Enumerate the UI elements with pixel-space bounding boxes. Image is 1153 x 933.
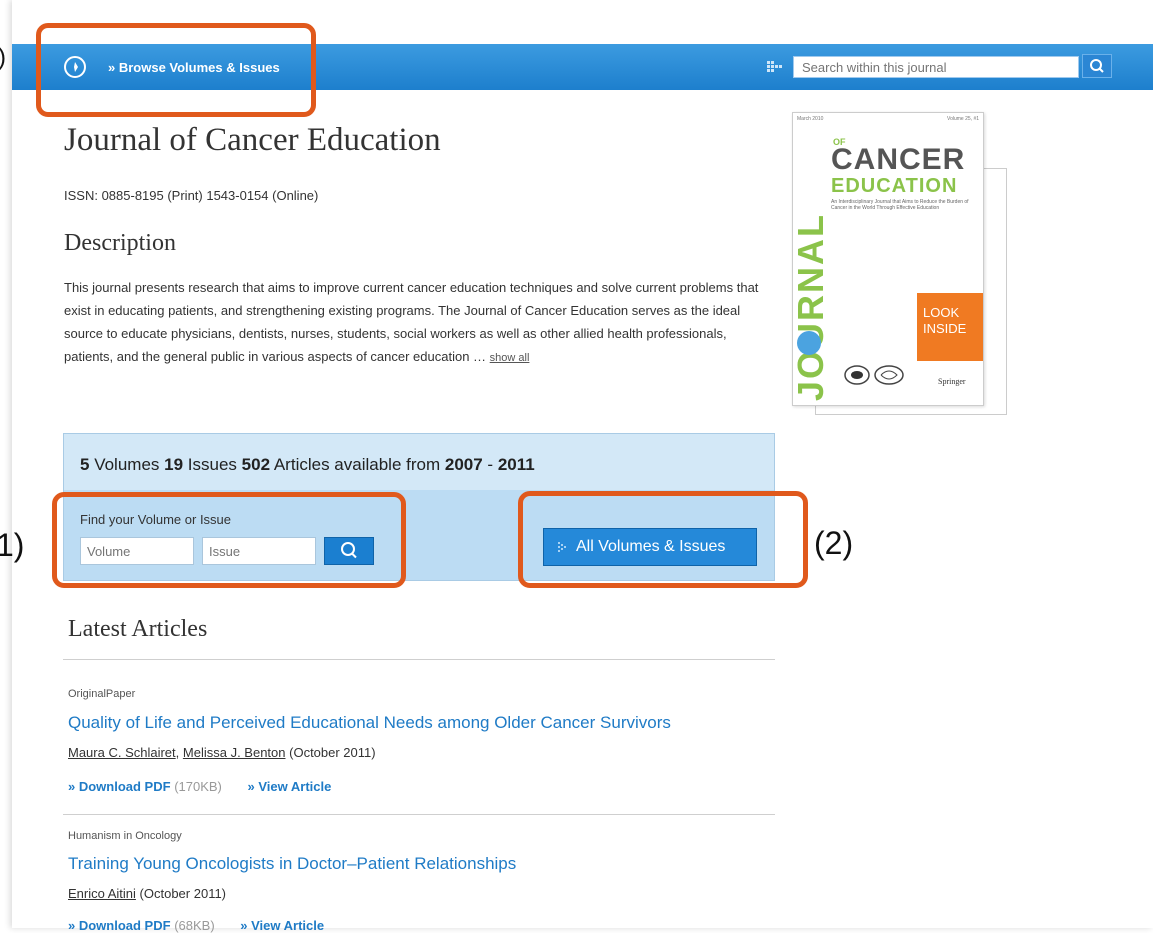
journal-search-input[interactable]: [793, 56, 1079, 78]
journal-title: Journal of Cancer Education: [64, 122, 441, 158]
year-from: 2007: [444, 455, 483, 474]
search-button[interactable]: [1082, 54, 1112, 78]
article-authors: Enrico Aitini (October 2011): [68, 886, 226, 901]
author-link[interactable]: Maura C. Schlairet: [68, 745, 176, 760]
latest-articles-heading: Latest Articles: [68, 616, 208, 642]
volumes-count: 5: [80, 455, 90, 474]
cover-vertical-title: JOURNAL: [795, 213, 827, 401]
download-pdf-link[interactable]: » Download PDF: [68, 918, 171, 933]
annotation-box-browse: [36, 23, 316, 117]
cover-subtitle: An Interdisciplinary Journal that Aims t…: [831, 199, 969, 211]
download-pdf-link[interactable]: » Download PDF: [68, 779, 171, 794]
article-links: » Download PDF (68KB) » View Article: [68, 918, 324, 933]
annotation-label-2: (2): [814, 525, 854, 561]
svg-text:JOURNAL: JOURNAL: [795, 213, 827, 401]
annotation-label-1: 1): [0, 527, 25, 563]
search-icon: [1090, 59, 1104, 73]
articles-count: 502: [241, 455, 271, 474]
divider: [63, 814, 775, 815]
article-type: Humanism in Oncology: [68, 830, 182, 842]
view-article-link[interactable]: » View Article: [240, 918, 324, 933]
issn-text: ISSN: 0885-8195 (Print) 1543-0154 (Onlin…: [64, 188, 319, 203]
issues-count: 19: [164, 455, 184, 474]
year-to: 2011: [497, 455, 535, 474]
cover-date: March 2010: [797, 116, 824, 122]
view-article-link[interactable]: » View Article: [248, 779, 332, 794]
annotation-label-top: ): [0, 44, 6, 72]
article-title-link[interactable]: Quality of Life and Perceived Educationa…: [68, 713, 671, 733]
description-heading: Description: [64, 230, 176, 256]
pdf-size: (68KB): [174, 918, 215, 933]
cover-volume: Volume 25, #1: [947, 116, 979, 122]
annotation-box-find: [52, 492, 406, 588]
article-title-link[interactable]: Training Young Oncologists in Doctor–Pat…: [68, 854, 516, 874]
society-logos: [844, 365, 904, 385]
articles-word: Articles available from: [273, 455, 441, 474]
description-body: This journal presents research that aims…: [64, 280, 759, 364]
issues-word: Issues: [187, 455, 237, 474]
year-dash: -: [487, 455, 494, 474]
look-inside-button[interactable]: LOOK INSIDE: [917, 293, 983, 361]
divider: [63, 659, 775, 660]
cover-education: EDUCATION: [831, 175, 958, 197]
annotation-box-all-volumes: [518, 491, 808, 588]
author-link[interactable]: Melissa J. Benton: [183, 745, 286, 760]
volumes-word: Volumes: [94, 455, 160, 474]
volume-stats: 5 Volumes 19 Issues 502 Articles availab…: [80, 455, 535, 475]
article-type: OriginalPaper: [68, 688, 136, 700]
cover-cancer: CANCER: [831, 143, 966, 176]
author-link[interactable]: Enrico Aitini: [68, 886, 136, 901]
show-all-link[interactable]: show all: [490, 352, 530, 364]
look-inside-arrow-icon: [983, 317, 984, 335]
article-links: » Download PDF (170KB) » View Article: [68, 779, 331, 794]
description-text: This journal presents research that aims…: [64, 276, 774, 370]
article-date: (October 2011): [289, 745, 376, 760]
search-arrow-icon: [767, 61, 782, 72]
article-authors: Maura C. Schlairet, Melissa J. Benton (O…: [68, 745, 376, 760]
journal-cover[interactable]: March 2010 Volume 25, #1 JOURNAL OF CANC…: [792, 112, 984, 406]
springer-logo: Springer: [938, 377, 966, 386]
article-date: (October 2011): [139, 886, 227, 901]
pdf-size: (170KB): [174, 779, 222, 794]
